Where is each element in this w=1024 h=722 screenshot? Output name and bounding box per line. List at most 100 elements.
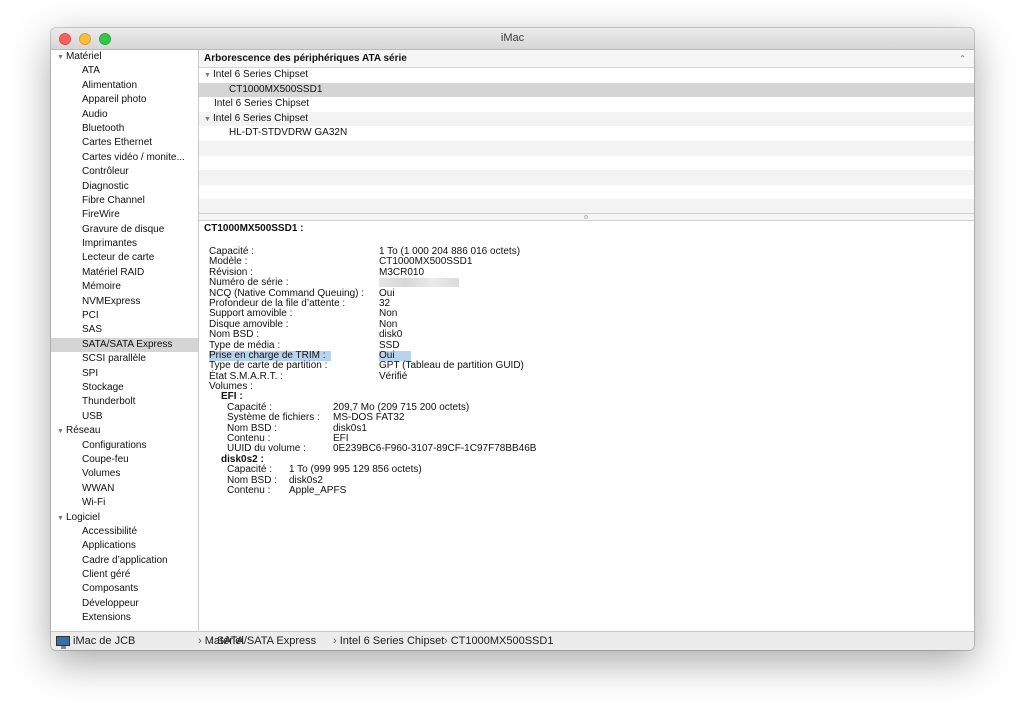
tree-column-header[interactable]: Arborescence des périphériques ATA série… <box>199 50 974 68</box>
sidebar-item[interactable]: SPI <box>51 367 198 381</box>
sidebar-item-label: Wi-Fi <box>82 497 106 509</box>
detail-pane: CT1000MX500SSD1 : Capacité :1 To (1 000 … <box>199 220 974 631</box>
sidebar-item-label: Appareil photo <box>82 94 147 106</box>
tree-row[interactable]: ▼ Intel 6 Series Chipset <box>199 111 974 128</box>
sidebar-item[interactable]: USB <box>51 410 198 424</box>
disclosure-triangle-icon[interactable]: ▼ <box>57 425 65 438</box>
main-panel: Arborescence des périphériques ATA série… <box>199 50 974 631</box>
breadcrumb-item[interactable]: iMac de JCB <box>73 632 135 650</box>
sidebar-item-label: Coupe-feu <box>82 453 129 465</box>
disclosure-triangle-icon[interactable]: ▼ <box>204 113 212 128</box>
sidebar-item-label: Lecteur de carte <box>82 252 155 264</box>
sidebar-item-label: Cartes Ethernet <box>82 137 153 149</box>
sidebar-item-label: Diagnostic <box>82 180 129 192</box>
sidebar-item-label: Extensions <box>82 612 131 624</box>
breadcrumb-label: iMac de JCB <box>73 635 136 647</box>
chevron-up-icon[interactable]: ⌃ <box>959 50 966 67</box>
property-value: 0E239BC6-F960-3107-89CF-1C97F78BB46B <box>333 443 537 455</box>
sidebar-item[interactable]: Coupe-feu <box>51 453 198 467</box>
sidebar-item[interactable]: Thunderbolt <box>51 395 198 409</box>
sidebar-item[interactable]: Imprimantes <box>51 237 198 251</box>
disclosure-triangle-icon[interactable]: ▼ <box>57 512 65 525</box>
disclosure-triangle-icon[interactable]: ▼ <box>204 69 212 84</box>
property-value: Apple_APFS <box>289 484 347 496</box>
divider-handle-icon[interactable] <box>584 215 588 219</box>
sidebar-item-label: Volumes <box>82 468 121 480</box>
sidebar-item[interactable]: Bluetooth <box>51 122 198 136</box>
sidebar-item-label: Cartes vidéo / monite... <box>82 151 185 163</box>
disclosure-triangle-icon[interactable]: ▼ <box>57 51 65 64</box>
sidebar-item[interactable]: Diagnostic <box>51 180 198 194</box>
sidebar-item[interactable]: Appareil photo <box>51 93 198 107</box>
sidebar-item-label: Accessibilité <box>82 525 138 537</box>
sidebar-item[interactable]: Contrôleur <box>51 165 198 179</box>
tree-row[interactable]: CT1000MX500SSD1 <box>199 82 974 98</box>
sidebar-item[interactable]: Wi-Fi <box>51 496 198 510</box>
sidebar-item[interactable]: Lecteur de carte <box>51 251 198 265</box>
tree-row[interactable]: HL-DT-STDVDRW GA32N <box>199 126 974 141</box>
sidebar-item[interactable]: Composants <box>51 582 198 596</box>
tree-row[interactable]: Intel 6 Series Chipset <box>199 97 974 112</box>
sidebar-item-label: Cadre d’application <box>82 554 168 566</box>
sidebar-item[interactable]: SCSI parallèle <box>51 352 198 366</box>
sidebar-item-label: Composants <box>82 583 139 595</box>
sidebar-item[interactable]: Mémoire <box>51 280 198 294</box>
sidebar-item[interactable]: SAS <box>51 323 198 337</box>
breadcrumb-item[interactable]: › Intel 6 Series Chipset <box>333 632 444 650</box>
sidebar-item-label: Contrôleur <box>82 166 129 178</box>
sidebar-group[interactable]: ▼ Réseau <box>51 424 198 438</box>
breadcrumb-item[interactable]: › SATA/SATA Express <box>210 632 316 650</box>
tree-empty-row <box>199 185 974 200</box>
tree-row-label: Intel 6 Series Chipset <box>213 69 309 80</box>
sidebar-item[interactable]: Applications <box>51 539 198 553</box>
sidebar-item[interactable]: Configurations <box>51 439 198 453</box>
sidebar-item[interactable]: Matériel RAID <box>51 266 198 280</box>
sidebar-group[interactable]: ▼ Matériel <box>51 50 198 64</box>
sidebar-item[interactable]: WWAN <box>51 482 198 496</box>
sidebar-item[interactable]: Cartes vidéo / monite... <box>51 151 198 165</box>
path-bar: iMac de JCB › Matériel › SATA/SATA Express… <box>51 631 974 650</box>
sidebar-item-label: Applications <box>82 540 136 552</box>
sidebar-item-label: Bluetooth <box>82 122 125 134</box>
breadcrumb-item[interactable]: › CT1000MX500SSD1 <box>444 632 553 650</box>
sidebar-item-label: Logiciel <box>66 511 100 523</box>
sidebar-item-label: Développeur <box>82 597 139 609</box>
sidebar-item[interactable]: Fibre Channel <box>51 194 198 208</box>
sidebar-item-label: Thunderbolt <box>82 396 136 408</box>
sidebar-item[interactable]: Extensions <box>51 611 198 625</box>
system-information-window: iMac ▼ Matériel ATA Alimentation Appareil ph… <box>51 28 974 650</box>
sidebar-item[interactable]: FireWire <box>51 208 198 222</box>
sidebar-item-label: Stockage <box>82 381 124 393</box>
sidebar-item-label: Configurations <box>82 439 147 451</box>
sidebar-group[interactable]: ▼ Logiciel <box>51 511 198 525</box>
sidebar-item[interactable]: Développeur <box>51 597 198 611</box>
tree-row[interactable]: ▼ Intel 6 Series Chipset <box>199 68 974 83</box>
property-value: disk0 <box>379 329 403 341</box>
sidebar-item[interactable]: Cadre d’application <box>51 554 198 568</box>
sidebar-item[interactable]: Volumes <box>51 467 198 481</box>
sidebar-item[interactable]: Cartes Ethernet <box>51 136 198 150</box>
sidebar-item[interactable]: NVMExpress <box>51 295 198 309</box>
tree-empty-row <box>199 156 974 171</box>
chevron-right-icon: › <box>444 635 451 647</box>
breadcrumb-label: CT1000MX500SSD1 <box>450 635 554 647</box>
sidebar: ▼ Matériel ATA Alimentation Appareil photo Au… <box>51 50 199 631</box>
sidebar-item[interactable]: Gravure de disque <box>51 223 198 237</box>
sidebar-item[interactable]: ATA <box>51 64 198 78</box>
sidebar-item[interactable]: Accessibilité <box>51 525 198 539</box>
sidebar-item-label: USB <box>82 410 103 422</box>
sidebar-item-label: FireWire <box>82 209 120 221</box>
sidebar-item[interactable]: SATA/SATA Express <box>51 337 198 353</box>
sidebar-item[interactable]: PCI <box>51 309 198 323</box>
tree-empty-row <box>199 170 974 185</box>
imac-icon <box>56 636 70 649</box>
sidebar-item[interactable]: Alimentation <box>51 79 198 93</box>
sidebar-item-label: Gravure de disque <box>82 223 165 235</box>
sidebar-item-label: Fibre Channel <box>82 194 145 206</box>
sidebar-item[interactable]: Client géré <box>51 568 198 582</box>
sidebar-item-label: Matériel <box>66 51 102 62</box>
sidebar-item[interactable]: Audio <box>51 108 198 122</box>
blurred-serial <box>379 278 459 288</box>
tree-empty-row <box>199 199 974 214</box>
sidebar-item[interactable]: Stockage <box>51 381 198 395</box>
